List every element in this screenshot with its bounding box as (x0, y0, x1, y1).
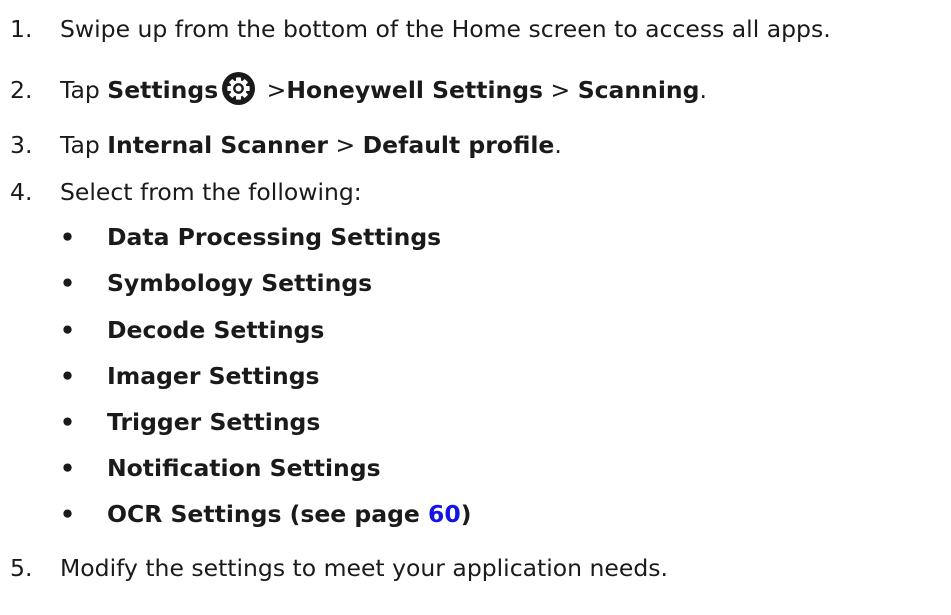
step-text: Swipe up from the bottom of the Home scr… (60, 15, 831, 43)
step-number: 1. (10, 15, 33, 43)
option-label: OCR Settings (see page (107, 500, 429, 528)
option-decode: • Decode Settings (60, 315, 324, 345)
step-suffix: . (554, 131, 562, 159)
option-label: Imager Settings (107, 362, 320, 390)
step-suffix: . (699, 76, 707, 104)
breadcrumb-separator: > (259, 76, 287, 104)
step-4: 4. Select from the following: (10, 177, 362, 207)
page-link[interactable]: 60 (428, 500, 461, 528)
option-label: Data Processing Settings (107, 223, 442, 251)
bullet-icon: • (60, 362, 76, 390)
option-label: Decode Settings (107, 316, 325, 344)
option-label: Trigger Settings (107, 408, 321, 436)
step-number: 5. (10, 554, 33, 582)
bullet-icon: • (60, 223, 76, 251)
option-label-close: ) (460, 500, 472, 528)
step-5: 5. Modify the settings to meet your appli… (10, 553, 668, 583)
internal-scanner-label: Internal Scanner (107, 131, 329, 159)
step-prefix: Tap (60, 131, 108, 159)
bullet-icon: • (60, 500, 76, 528)
bullet-icon: • (60, 454, 76, 482)
settings-label: Settings (107, 76, 219, 104)
step-text: Modify the settings to meet your applica… (60, 554, 668, 582)
bullet-icon: • (60, 408, 76, 436)
option-data-processing: • Data Processing Settings (60, 222, 441, 252)
honeywell-settings-label: Honeywell Settings (286, 76, 544, 104)
step-2: 2. Tap Settings >Honeywell Settings > Sca… (10, 72, 707, 108)
bullet-icon: • (60, 316, 76, 344)
breadcrumb-separator: > (328, 131, 363, 159)
step-prefix: Tap (60, 76, 108, 104)
step-number: 3. (10, 131, 33, 159)
option-label: Symbology Settings (107, 269, 373, 297)
step-number: 2. (10, 76, 33, 104)
step-3: 3. Tap Internal Scanner > Default profile… (10, 130, 562, 160)
option-symbology: • Symbology Settings (60, 268, 372, 298)
option-ocr: • OCR Settings (see page 60) (60, 499, 471, 529)
step-1: 1. Swipe up from the bottom of the Home s… (10, 14, 831, 44)
bullet-icon: • (60, 269, 76, 297)
option-label: Notification Settings (107, 454, 381, 482)
step-number: 4. (10, 178, 33, 206)
breadcrumb-separator: > (543, 76, 578, 104)
option-imager: • Imager Settings (60, 361, 320, 391)
default-profile-label: Default profile (362, 131, 555, 159)
scanning-label: Scanning (577, 76, 700, 104)
settings-gear-icon (222, 72, 256, 105)
option-notification: • Notification Settings (60, 453, 381, 483)
step-text: Select from the following: (60, 178, 362, 206)
option-trigger: • Trigger Settings (60, 407, 320, 437)
